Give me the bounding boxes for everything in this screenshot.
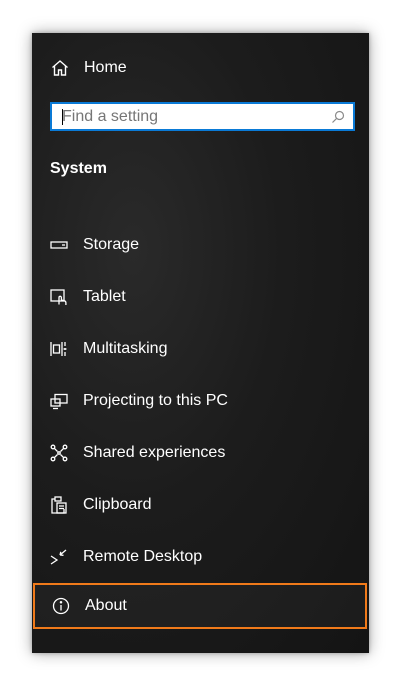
text-cursor — [62, 109, 63, 125]
home-nav-item[interactable]: Home — [32, 53, 369, 83]
sidebar-item-shared-experiences[interactable]: Shared experiences — [32, 430, 369, 476]
find-setting-search-box[interactable] — [50, 102, 355, 131]
sidebar-item-about[interactable]: About — [33, 583, 367, 629]
sidebar-item-label: Remote Desktop — [83, 548, 203, 565]
sidebar-item-clipboard[interactable]: Clipboard — [32, 482, 369, 528]
settings-sidebar: Home System Storage — [32, 33, 369, 653]
remote-desktop-icon — [49, 547, 69, 567]
sidebar-item-label: Multitasking — [83, 340, 168, 357]
info-icon — [51, 596, 71, 616]
sidebar-item-label: Storage — [83, 236, 140, 253]
sidebar-item-label: Tablet — [83, 288, 126, 305]
section-title-system: System — [50, 160, 107, 177]
storage-icon — [49, 235, 69, 255]
tablet-icon — [49, 287, 69, 307]
search-input[interactable] — [52, 104, 322, 129]
projecting-icon — [49, 391, 69, 411]
sidebar-item-label: About — [85, 597, 127, 614]
sidebar-item-multitasking[interactable]: Multitasking — [32, 326, 369, 372]
sidebar-item-label: Clipboard — [83, 496, 152, 513]
page: Home System Storage — [0, 0, 400, 685]
search-icon[interactable] — [331, 110, 345, 124]
sidebar-item-projecting[interactable]: Projecting to this PC — [32, 378, 369, 424]
sidebar-item-storage[interactable]: Storage — [32, 222, 369, 268]
multitasking-icon — [49, 339, 69, 359]
clipboard-icon — [49, 495, 69, 515]
sidebar-item-tablet[interactable]: Tablet — [32, 274, 369, 320]
home-icon — [50, 58, 70, 78]
sidebar-item-label: Projecting to this PC — [83, 392, 228, 409]
sidebar-item-label: Shared experiences — [83, 444, 226, 461]
shared-experiences-icon — [49, 443, 69, 463]
sidebar-item-remote-desktop[interactable]: Remote Desktop — [32, 534, 369, 580]
home-label: Home — [84, 59, 127, 76]
